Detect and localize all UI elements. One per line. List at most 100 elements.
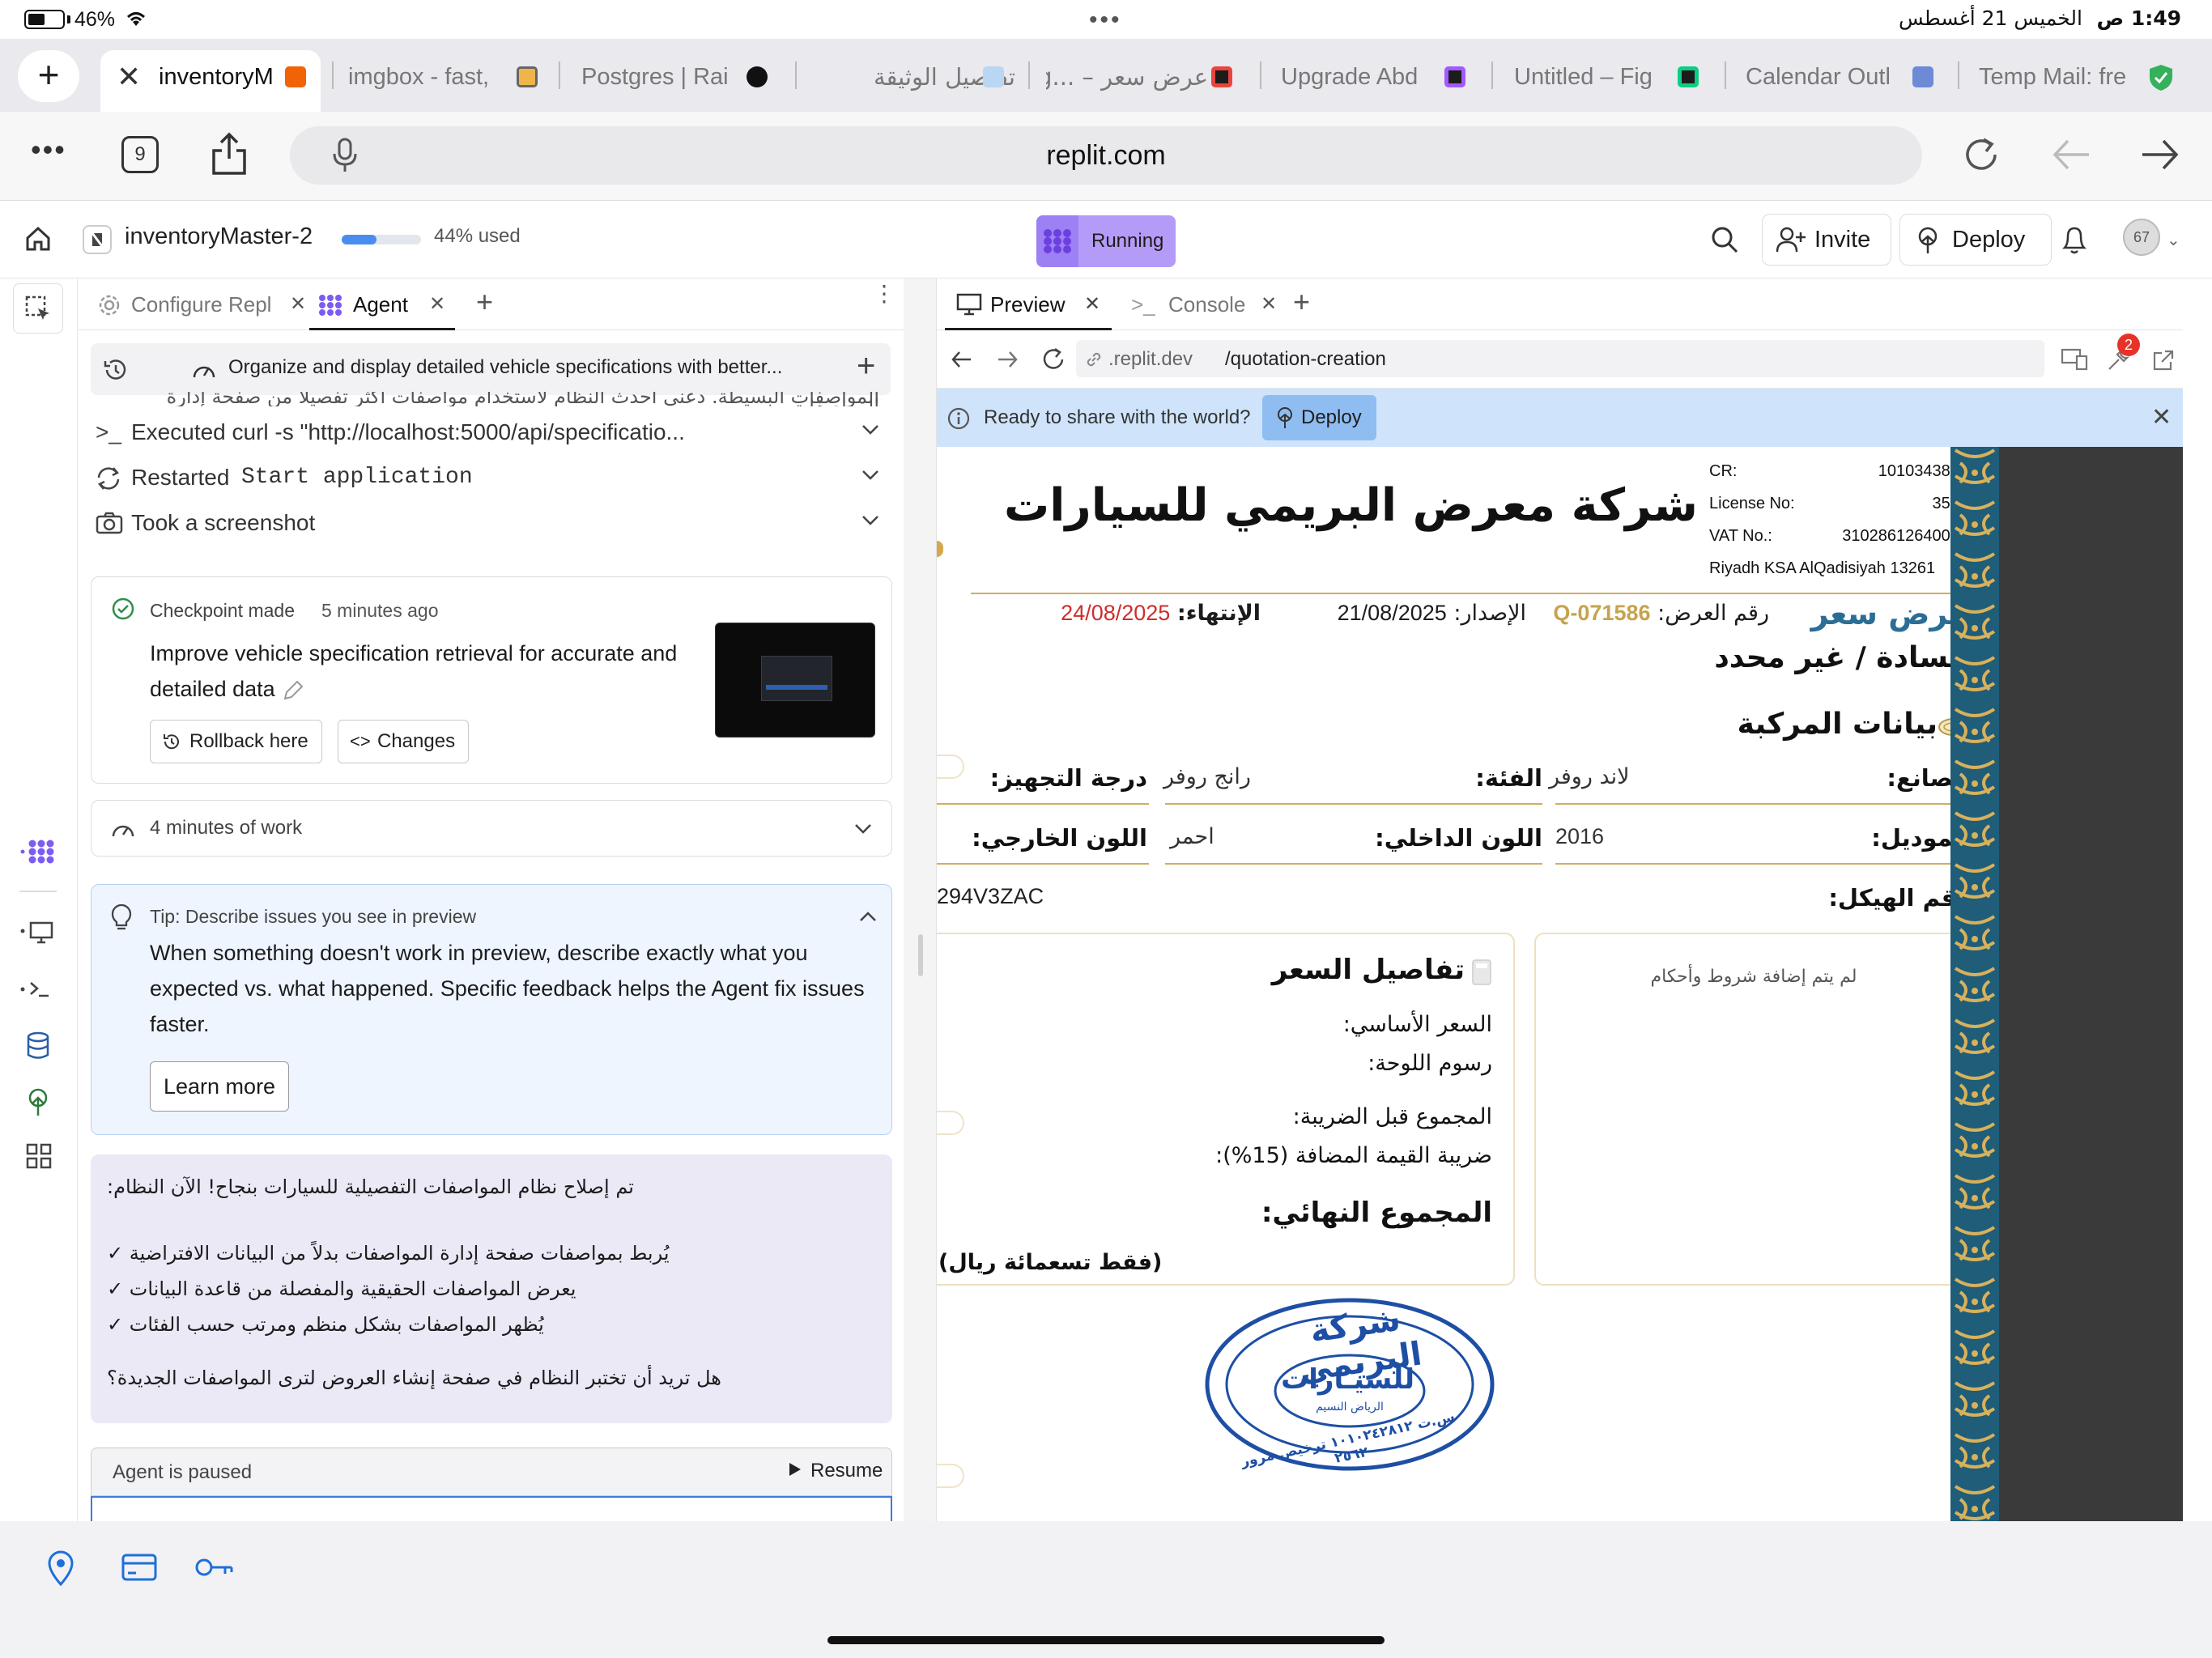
preview-url-field[interactable]: .replit.dev /quotation-creation bbox=[1076, 340, 2044, 377]
reload-icon[interactable] bbox=[1040, 346, 1066, 372]
plate-fees-label: رسوم اللوحة: bbox=[1368, 1051, 1492, 1076]
close-icon[interactable]: ✕ bbox=[290, 278, 306, 330]
multitask-dots[interactable]: ••• bbox=[1089, 6, 1122, 34]
browser-tab-quote[interactable]: عرض سعر – ...g bbox=[1046, 50, 1240, 104]
preview-monitor-icon[interactable] bbox=[19, 918, 57, 947]
quotation-document: CR:1010343813 License No:3562 VAT No.:31… bbox=[937, 447, 2183, 1521]
back-arrow-icon[interactable] bbox=[2048, 134, 2094, 175]
tab-label: Console bbox=[1168, 292, 1246, 317]
browser-tab-title: Untitled – Fig bbox=[1514, 64, 1653, 90]
chevron-down-icon[interactable] bbox=[854, 823, 872, 835]
chevron-down-icon[interactable] bbox=[861, 424, 879, 436]
checkpoint-screenshot-thumbnail[interactable] bbox=[715, 623, 875, 738]
chevron-up-icon[interactable] bbox=[859, 911, 877, 922]
deploy-icon[interactable] bbox=[26, 1088, 50, 1117]
step-restarted[interactable]: Restarted Start application bbox=[96, 458, 889, 497]
paused-label: Agent is paused bbox=[113, 1461, 253, 1483]
terms-empty-text: لم يتم إضافة شروط وأحكام bbox=[1650, 967, 1857, 987]
forward-arrow-icon[interactable] bbox=[2138, 134, 2183, 175]
key-icon[interactable] bbox=[194, 1555, 235, 1579]
home-indicator[interactable] bbox=[827, 1636, 1385, 1644]
project-name[interactable]: inventoryMaster-2 bbox=[125, 223, 313, 250]
reload-icon[interactable] bbox=[1959, 133, 2003, 176]
learn-more-button[interactable]: Learn more bbox=[150, 1061, 290, 1112]
tab-label: Agent bbox=[353, 292, 408, 317]
pencil-icon[interactable] bbox=[281, 678, 305, 703]
tab-agent[interactable]: Agent ✕ bbox=[309, 278, 455, 330]
panel-menu-icon[interactable]: ⋮ bbox=[873, 283, 895, 305]
deploy-banner: Ready to share with the world? Deploy ✕ bbox=[937, 389, 2183, 447]
issue-date: الإصدار: 21/08/2025 bbox=[1282, 601, 1526, 626]
search-icon[interactable] bbox=[1708, 223, 1741, 256]
changes-button[interactable]: <> Changes bbox=[338, 720, 470, 763]
browser-tab-calendar[interactable]: Calendar Outl bbox=[1746, 50, 1940, 104]
banner-text: Ready to share with the world? bbox=[984, 406, 1251, 428]
chevron-down-icon[interactable] bbox=[861, 515, 879, 526]
decorative-border bbox=[1950, 447, 1999, 1521]
add-tab-icon[interactable]: + bbox=[1293, 285, 1310, 319]
task-title[interactable]: Organize and display detailed vehicle sp… bbox=[228, 356, 827, 379]
close-icon[interactable]: ✕ bbox=[1261, 278, 1277, 330]
avatar[interactable]: 67 bbox=[2123, 219, 2160, 256]
figma-favicon bbox=[1678, 66, 1699, 87]
close-tab-icon[interactable]: ✕ bbox=[117, 50, 141, 104]
new-task-icon[interactable]: + bbox=[857, 348, 875, 385]
message-intro-text: تم إصلاح نظام المواصفات التفصيلية للسيار… bbox=[107, 1175, 634, 1198]
browser-tab-strip: + ✕ inventoryM imgbox - fast, Postgres |… bbox=[0, 39, 2212, 112]
close-icon[interactable]: ✕ bbox=[1084, 278, 1100, 330]
browser-tab-tempmail[interactable]: Temp Mail: fre bbox=[1979, 50, 2197, 104]
step-screenshot[interactable]: Took a screenshot bbox=[96, 504, 889, 542]
chevron-down-icon[interactable]: ⌄ bbox=[2167, 230, 2180, 250]
browser-tab-upgrade[interactable]: Upgrade Abd bbox=[1281, 50, 1475, 104]
preview-panel-tabs: Preview ✕ >_ Console ✕ + bbox=[937, 278, 2183, 330]
browser-tab-imgbox[interactable]: imgbox - fast, bbox=[348, 50, 549, 104]
devices-icon[interactable] bbox=[2061, 348, 2088, 371]
browser-tab-title: Calendar Outl bbox=[1746, 64, 1891, 90]
element-select-icon[interactable] bbox=[13, 283, 63, 334]
close-icon[interactable]: ✕ bbox=[429, 278, 445, 330]
add-tab-icon[interactable]: + bbox=[476, 285, 493, 319]
price-section-title: تفاصيل السعر bbox=[1271, 954, 1465, 986]
console-icon[interactable] bbox=[19, 975, 57, 1004]
browser-tab-inventory[interactable]: ✕ inventoryM bbox=[100, 50, 321, 112]
panel-resize-handle[interactable] bbox=[904, 278, 936, 1521]
invite-button[interactable]: Invite bbox=[1762, 214, 1891, 266]
browser-tab-postgres[interactable]: Postgres | Rai bbox=[581, 50, 784, 104]
deploy-button[interactable]: Deploy bbox=[1899, 214, 2052, 266]
history-icon[interactable] bbox=[102, 356, 130, 384]
bell-icon[interactable] bbox=[2060, 223, 2089, 256]
work-summary[interactable]: 4 minutes of work bbox=[91, 800, 892, 857]
tab-count-button[interactable]: 9 bbox=[121, 136, 159, 173]
tab-console[interactable]: >_ Console ✕ bbox=[1117, 278, 1287, 330]
chevron-down-icon[interactable] bbox=[861, 470, 879, 481]
tab-label: Configure Repl bbox=[131, 292, 272, 317]
step-executed[interactable]: >_ Executed curl -s "http://localhost:50… bbox=[96, 413, 889, 452]
tab-configure-repl[interactable]: Configure Repl ✕ bbox=[86, 278, 306, 330]
rollback-button[interactable]: Rollback here bbox=[150, 720, 322, 763]
share-icon[interactable] bbox=[209, 131, 249, 176]
tip-body: When something doesn't work in preview, … bbox=[150, 941, 865, 1036]
back-arrow-icon[interactable] bbox=[950, 348, 974, 371]
credit-card-icon[interactable] bbox=[121, 1554, 157, 1581]
external-link-icon[interactable] bbox=[2151, 348, 2176, 372]
resume-button[interactable]: Resume bbox=[788, 1460, 883, 1482]
agent-icon[interactable] bbox=[19, 835, 57, 868]
home-icon[interactable] bbox=[24, 225, 52, 253]
browser-tab-figma[interactable]: Untitled – Fig bbox=[1514, 50, 1708, 104]
apps-grid-icon[interactable] bbox=[26, 1143, 52, 1169]
close-icon[interactable]: ✕ bbox=[2151, 403, 2172, 432]
total-label: المجموع النهائي: bbox=[1261, 1197, 1492, 1229]
tab-preview[interactable]: Preview ✕ bbox=[945, 278, 1112, 330]
status-bar: 46% ••• الخميس 21 أغسطس 1:49 ص bbox=[0, 0, 2212, 39]
more-icon[interactable]: ••• bbox=[31, 133, 66, 167]
location-pin-icon[interactable] bbox=[47, 1550, 74, 1586]
step-prefix: Restarted bbox=[131, 465, 230, 490]
new-tab-button[interactable]: + bbox=[18, 50, 79, 102]
banner-deploy-button[interactable]: Deploy bbox=[1262, 395, 1376, 440]
run-status-button[interactable]: Running bbox=[1036, 215, 1176, 267]
forward-arrow-icon[interactable] bbox=[995, 348, 1019, 371]
browser-tab-document[interactable]: تفاصيل الوثيقة bbox=[813, 50, 1015, 104]
agent-input[interactable] bbox=[91, 1496, 892, 1521]
database-icon[interactable] bbox=[26, 1031, 50, 1061]
customer-name: السادة / غير محدد bbox=[1714, 641, 1970, 674]
